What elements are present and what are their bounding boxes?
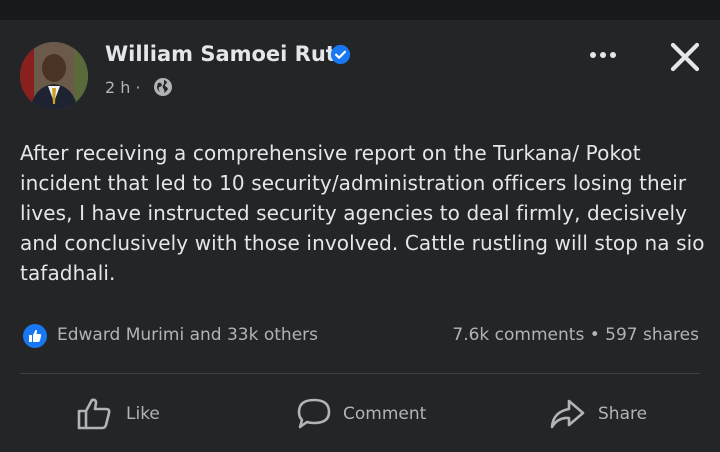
engagement-counts: 7.6k comments • 597 shares	[452, 325, 699, 345]
post-body: After receiving a comprehensive report o…	[20, 141, 705, 285]
verified-badge-icon	[330, 44, 351, 65]
comments-count[interactable]: 7.6k comments	[452, 325, 584, 345]
post-meta: 2 h ·	[105, 78, 141, 97]
more-options-button[interactable]	[585, 42, 621, 68]
like-label: Like	[126, 404, 160, 424]
like-reaction-icon	[23, 324, 47, 348]
shares-count[interactable]: 597 shares	[605, 325, 699, 345]
globe-icon	[154, 78, 172, 96]
like-button[interactable]: Like	[76, 390, 206, 438]
comment-label: Comment	[343, 404, 427, 424]
counts-separator: •	[589, 325, 600, 345]
share-label: Share	[598, 404, 648, 424]
reactions-summary[interactable]: Edward Murimi and 33k others	[57, 325, 318, 345]
author-avatar[interactable]	[20, 42, 88, 110]
more-options-icon	[590, 52, 616, 58]
close-icon	[670, 42, 700, 72]
comment-button[interactable]: Comment	[295, 390, 455, 438]
comment-bubble-icon	[297, 398, 331, 429]
author-name[interactable]: William Samoei Ruto	[105, 42, 350, 66]
post-time[interactable]: 2 h	[105, 78, 130, 97]
thumbs-up-icon	[77, 398, 111, 430]
top-status-strip	[0, 0, 720, 20]
actions-divider	[20, 373, 700, 374]
share-arrow-icon	[550, 399, 585, 429]
meta-separator: ·	[135, 78, 141, 97]
close-button[interactable]	[668, 40, 702, 74]
post-card: William Samoei Ruto 2 h · After receivin…	[0, 20, 720, 452]
share-button[interactable]: Share	[548, 390, 678, 438]
